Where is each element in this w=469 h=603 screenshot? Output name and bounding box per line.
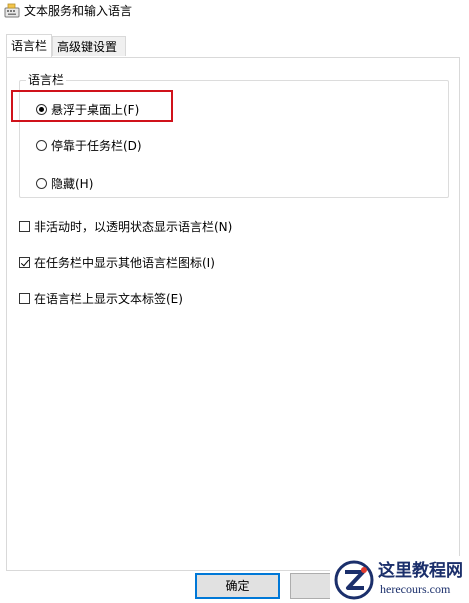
window-title: 文本服务和输入语言 xyxy=(24,4,133,18)
tab-advanced-key-settings[interactable]: 高级键设置 xyxy=(52,36,126,56)
radio-dock-in-taskbar[interactable]: 停靠于任务栏(D) xyxy=(36,137,142,153)
z-logo-icon xyxy=(334,560,374,600)
keyboard-icon xyxy=(4,3,20,19)
checkbox-label: 非活动时，以透明状态显示语言栏(N) xyxy=(34,219,233,234)
radio-float-on-desktop[interactable]: 悬浮于桌面上(F) xyxy=(36,101,139,117)
checkbox-box[interactable] xyxy=(19,292,30,304)
checkbox-box-checked[interactable] xyxy=(19,256,30,268)
tab-language-bar[interactable]: 语言栏 xyxy=(6,34,52,57)
radio-button-checked[interactable] xyxy=(36,103,47,115)
title-bar[interactable]: 文本服务和输入语言 xyxy=(0,0,469,22)
dialog-window: 文本服务和输入语言 语言栏 高级键设置 语言栏 悬浮于桌面上(F) 停靠于任务栏… xyxy=(0,0,469,601)
radio-label: 隐藏(H) xyxy=(51,176,94,191)
ok-button[interactable]: 确定 xyxy=(195,573,280,599)
checkbox-box[interactable] xyxy=(19,220,30,232)
watermark-english-text: herecours.com xyxy=(380,582,451,596)
radio-button[interactable] xyxy=(36,139,47,151)
checkbox-show-text-labels[interactable]: 在语言栏上显示文本标签(E) xyxy=(19,290,183,306)
radio-hidden[interactable]: 隐藏(H) xyxy=(36,175,93,191)
checkbox-label: 在语言栏上显示文本标签(E) xyxy=(34,291,183,306)
radio-label: 停靠于任务栏(D) xyxy=(51,138,142,153)
checkbox-show-extra-icons-in-taskbar[interactable]: 在任务栏中显示其他语言栏图标(I) xyxy=(19,254,215,270)
site-watermark: 这里教程网 herecours.com xyxy=(330,556,469,601)
radio-label: 悬浮于桌面上(F) xyxy=(51,102,140,117)
watermark-chinese-text: 这里教程网 xyxy=(378,561,463,581)
groupbox-legend: 语言栏 xyxy=(26,73,67,87)
radio-button[interactable] xyxy=(36,177,47,189)
checkbox-transparent-when-inactive[interactable]: 非活动时，以透明状态显示语言栏(N) xyxy=(19,218,232,234)
tab-panel: 语言栏 悬浮于桌面上(F) 停靠于任务栏(D) 隐藏(H) 非活动时，以透明状态… xyxy=(6,57,460,571)
language-bar-groupbox: 语言栏 悬浮于桌面上(F) 停靠于任务栏(D) 隐藏(H) xyxy=(19,73,449,198)
checkbox-label: 在任务栏中显示其他语言栏图标(I) xyxy=(34,255,215,270)
